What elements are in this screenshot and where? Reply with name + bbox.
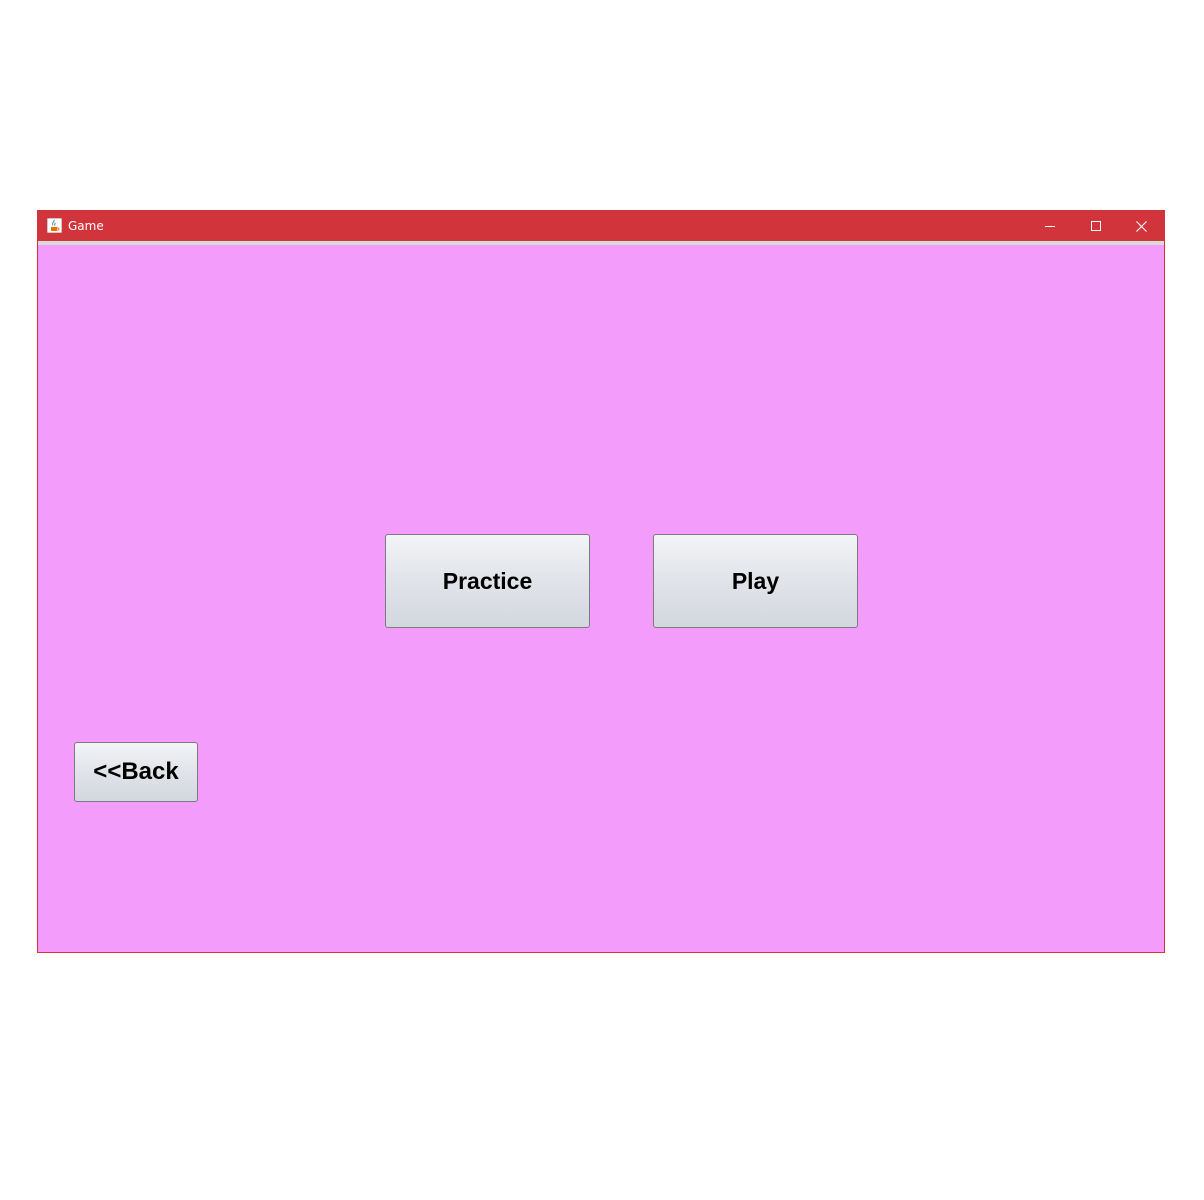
minimize-icon [1045,221,1055,231]
close-button[interactable] [1118,211,1164,241]
window-title: Game [68,219,104,233]
back-button[interactable]: <<Back [74,742,198,802]
game-menu-panel: Practice Play <<Back [38,245,1164,952]
java-cup-icon[interactable] [47,218,62,233]
play-button[interactable]: Play [653,534,858,628]
practice-button[interactable]: Practice [385,534,590,628]
maximize-icon [1091,221,1101,231]
game-window: Game Practice Play <<Back [37,210,1165,953]
close-icon [1135,220,1147,232]
title-bar[interactable]: Game [38,211,1164,241]
maximize-button[interactable] [1073,211,1119,241]
minimize-button[interactable] [1027,211,1073,241]
